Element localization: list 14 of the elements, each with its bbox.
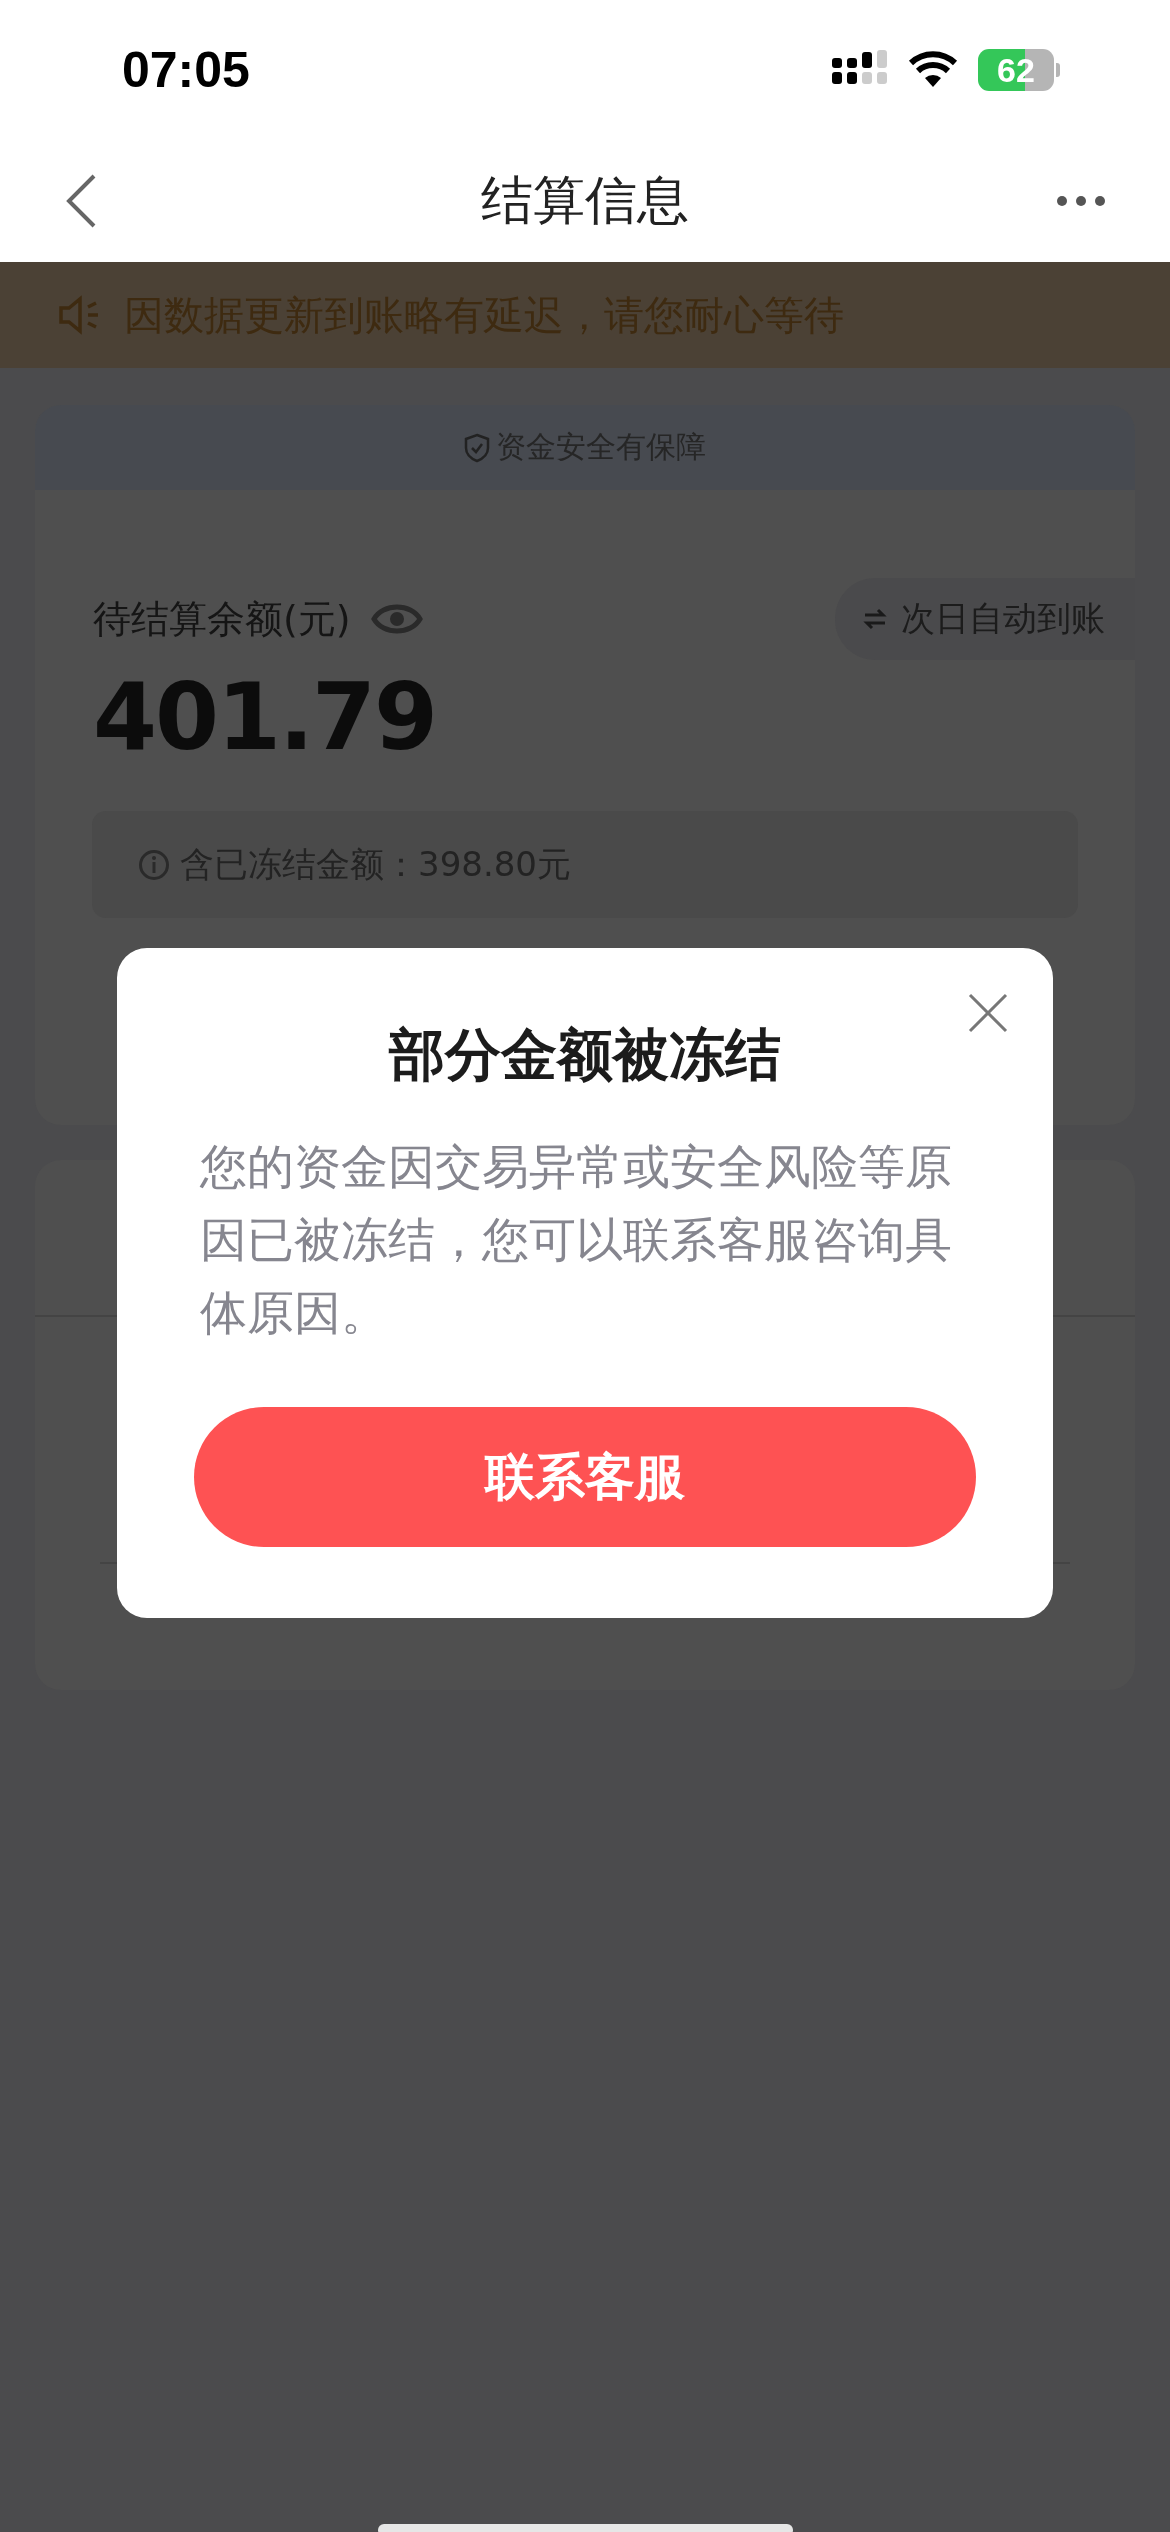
back-icon[interactable] xyxy=(64,173,98,229)
page-title: 结算信息 xyxy=(480,169,690,232)
info-icon xyxy=(138,848,170,881)
balance-label: 待结算余额(元) xyxy=(93,595,351,643)
dialog-message: 您的资金因交易异常或安全风险等原因已被冻结，您可以联系客服咨询具体原因。 xyxy=(200,1138,953,1342)
dialog-title: 部分金额被冻结 xyxy=(389,1021,781,1089)
more-icon[interactable] xyxy=(1056,195,1106,207)
shield-icon xyxy=(464,432,490,463)
wifi-icon xyxy=(908,51,958,89)
close-icon[interactable] xyxy=(968,993,1008,1033)
balance-amount: 401.79 xyxy=(92,664,438,771)
swap-icon xyxy=(863,607,887,631)
status-time: 07:05 xyxy=(122,41,250,99)
contact-service-button[interactable]: 联系客服 xyxy=(194,1407,976,1547)
